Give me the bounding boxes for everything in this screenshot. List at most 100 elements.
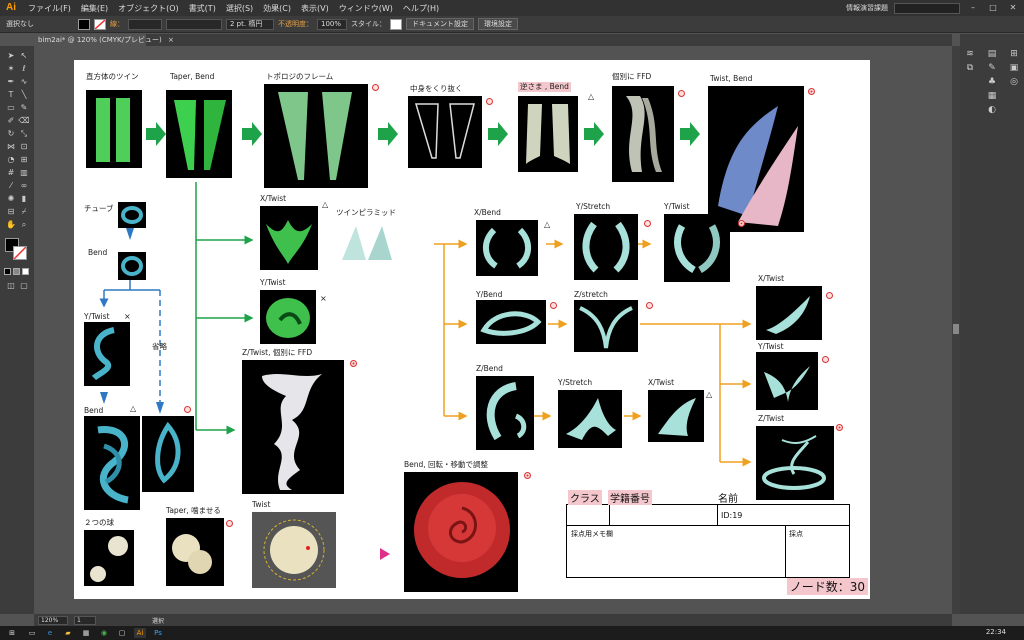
free-transform-tool-icon[interactable]: ⊡ (18, 141, 30, 152)
stroke-label[interactable]: 線： (110, 19, 124, 29)
preferences-button[interactable]: 環境設定 (478, 18, 518, 30)
thumb-twist-bend[interactable] (708, 86, 804, 232)
line-tool-icon[interactable]: ╲ (18, 89, 30, 100)
blend-tool-icon[interactable]: ∞ (18, 180, 30, 191)
thumb-taper-squash[interactable] (166, 518, 224, 586)
store-icon[interactable]: ▦ (80, 628, 92, 638)
document-settings-button[interactable]: ドキュメント設定 (406, 18, 474, 30)
photoshop-taskbar-icon[interactable]: Ps (152, 628, 164, 638)
none-mode-icon[interactable] (22, 268, 29, 275)
paintbrush-tool-icon[interactable]: ✎ (18, 102, 30, 113)
thumb-hollow[interactable] (408, 96, 482, 168)
stroke-swatch[interactable] (94, 18, 106, 30)
pen-tool-icon[interactable]: ✒ (5, 76, 17, 87)
thumb-taper-bend[interactable] (166, 90, 232, 178)
menu-file[interactable]: ファイル(F) (23, 3, 76, 14)
help-search-input[interactable] (894, 2, 960, 14)
direct-selection-tool-icon[interactable]: ↖ (18, 50, 30, 61)
thumb-x-twist[interactable] (260, 206, 318, 270)
eyedropper-tool-icon[interactable]: ⁄ (5, 180, 17, 191)
close-tab-icon[interactable]: × (168, 36, 174, 44)
canvas-area[interactable]: 直方体のツイン Taper, Bend トポロジのフレーム 中身をくり抜く 逆さ… (34, 46, 952, 614)
properties-icon[interactable]: ▤ (986, 48, 998, 60)
thumb-y-stretch-2[interactable] (558, 390, 622, 448)
gradient-tool-icon[interactable]: ▥ (18, 167, 30, 178)
thumb-z-twist-ffd[interactable] (242, 360, 344, 494)
thumb-twist[interactable] (252, 512, 336, 588)
menu-edit[interactable]: 編集(E) (76, 3, 113, 14)
menu-window[interactable]: ウィンドウ(W) (334, 3, 398, 14)
thumb-x-twist-2[interactable] (648, 390, 704, 442)
thumb-y-twist-r2[interactable] (756, 352, 818, 410)
menu-effect[interactable]: 効果(C) (258, 3, 296, 14)
thumb-y-stretch-1[interactable] (574, 214, 638, 280)
thumb-x-twist-r[interactable] (756, 286, 822, 340)
style-swatch[interactable] (390, 18, 402, 30)
thumb-y-bend[interactable] (476, 300, 546, 344)
artboard-page-field[interactable]: 1 (74, 615, 96, 625)
thumb-tube[interactable] (118, 202, 146, 228)
menu-view[interactable]: 表示(V) (296, 3, 334, 14)
type-tool-icon[interactable]: T (5, 89, 17, 100)
stroke-color-box[interactable] (13, 246, 27, 260)
vertical-scrollbar[interactable] (952, 46, 960, 614)
minimize-button[interactable]: – (966, 2, 980, 14)
rotate-tool-icon[interactable]: ↻ (5, 128, 17, 139)
thumb-cuboid[interactable] (86, 90, 142, 168)
thumb-individual-ffd[interactable] (612, 86, 674, 182)
rectangle-tool-icon[interactable]: ▭ (5, 102, 17, 113)
menu-object[interactable]: オブジェクト(O) (113, 3, 184, 14)
screen-mode-icon[interactable]: ▢ (18, 280, 30, 291)
thumb-twin-pyramid[interactable] (336, 222, 432, 264)
gradient-mode-icon[interactable] (13, 268, 20, 275)
color-mode-icon[interactable] (4, 268, 11, 275)
thumb-z-twist-r[interactable] (756, 426, 834, 500)
scale-tool-icon[interactable]: ⤡ (18, 128, 30, 139)
workspace-switcher[interactable]: 情報演習課題 (846, 3, 888, 13)
artboard[interactable]: 直方体のツイン Taper, Bend トポロジのフレーム 中身をくり抜く 逆さ… (74, 60, 870, 599)
task-view-icon[interactable]: ▭ (26, 628, 38, 638)
thumb-bend-tube[interactable] (118, 252, 146, 280)
menu-select[interactable]: 選択(S) (221, 3, 258, 14)
thumb-rose[interactable] (404, 472, 518, 592)
eraser-tool-icon[interactable]: ⌫ (18, 115, 30, 126)
zoom-field[interactable]: 120% (38, 615, 68, 625)
zoom-tool-icon[interactable]: ⌕ (18, 219, 30, 230)
fill-swatch[interactable] (78, 18, 90, 30)
selection-tool-icon[interactable]: ➤ (5, 50, 17, 61)
thumb-z-stretch[interactable] (574, 300, 638, 352)
slice-tool-icon[interactable]: ⌿ (18, 206, 30, 217)
lasso-tool-icon[interactable]: ℓ (18, 63, 30, 74)
symbols-icon[interactable]: ♣ (986, 76, 998, 88)
hand-tool-icon[interactable]: ✋ (5, 219, 17, 230)
appearance-icon[interactable]: ◎ (1008, 76, 1020, 88)
thumb-topology-frame[interactable] (264, 84, 368, 188)
brush-field[interactable]: 2 pt. 楕円 (226, 18, 274, 30)
thumb-z-bend[interactable] (476, 376, 534, 450)
mesh-tool-icon[interactable]: # (5, 167, 17, 178)
magic-wand-tool-icon[interactable]: ✶ (5, 63, 17, 74)
brushes-icon[interactable]: ✎ (986, 62, 998, 74)
shape-builder-tool-icon[interactable]: ◔ (5, 154, 17, 165)
maximize-button[interactable]: □ (986, 2, 1000, 14)
thumb-y-twist-mid[interactable] (260, 290, 316, 344)
thumb-reverse-bend[interactable] (518, 96, 578, 172)
swatches-icon[interactable]: ◐ (986, 104, 998, 116)
opacity-label[interactable]: 不透明度： (278, 19, 313, 29)
curvature-tool-icon[interactable]: ∿ (18, 76, 30, 87)
shaper-tool-icon[interactable]: ✐ (5, 115, 17, 126)
app-icon[interactable]: ▢ (116, 628, 128, 638)
artboard-tool-icon[interactable]: ⊟ (5, 206, 17, 217)
illustrator-taskbar-icon[interactable]: Ai (134, 628, 146, 638)
menu-type[interactable]: 書式(T) (184, 3, 221, 14)
symbol-sprayer-tool-icon[interactable]: ✺ (5, 193, 17, 204)
align-icon[interactable]: ⊞ (1008, 48, 1020, 60)
thumb-bend2[interactable] (84, 416, 140, 510)
start-icon[interactable]: ⊞ (6, 628, 18, 638)
thumb-y-twist-left[interactable] (84, 322, 130, 386)
thumb-y-twist-r1[interactable] (664, 214, 730, 282)
explorer-icon[interactable]: ▰ (62, 628, 74, 638)
scrollbar-thumb[interactable] (953, 324, 959, 334)
thumb-bend-loop[interactable] (142, 416, 194, 492)
artboards-icon[interactable]: ⧉ (964, 62, 976, 74)
